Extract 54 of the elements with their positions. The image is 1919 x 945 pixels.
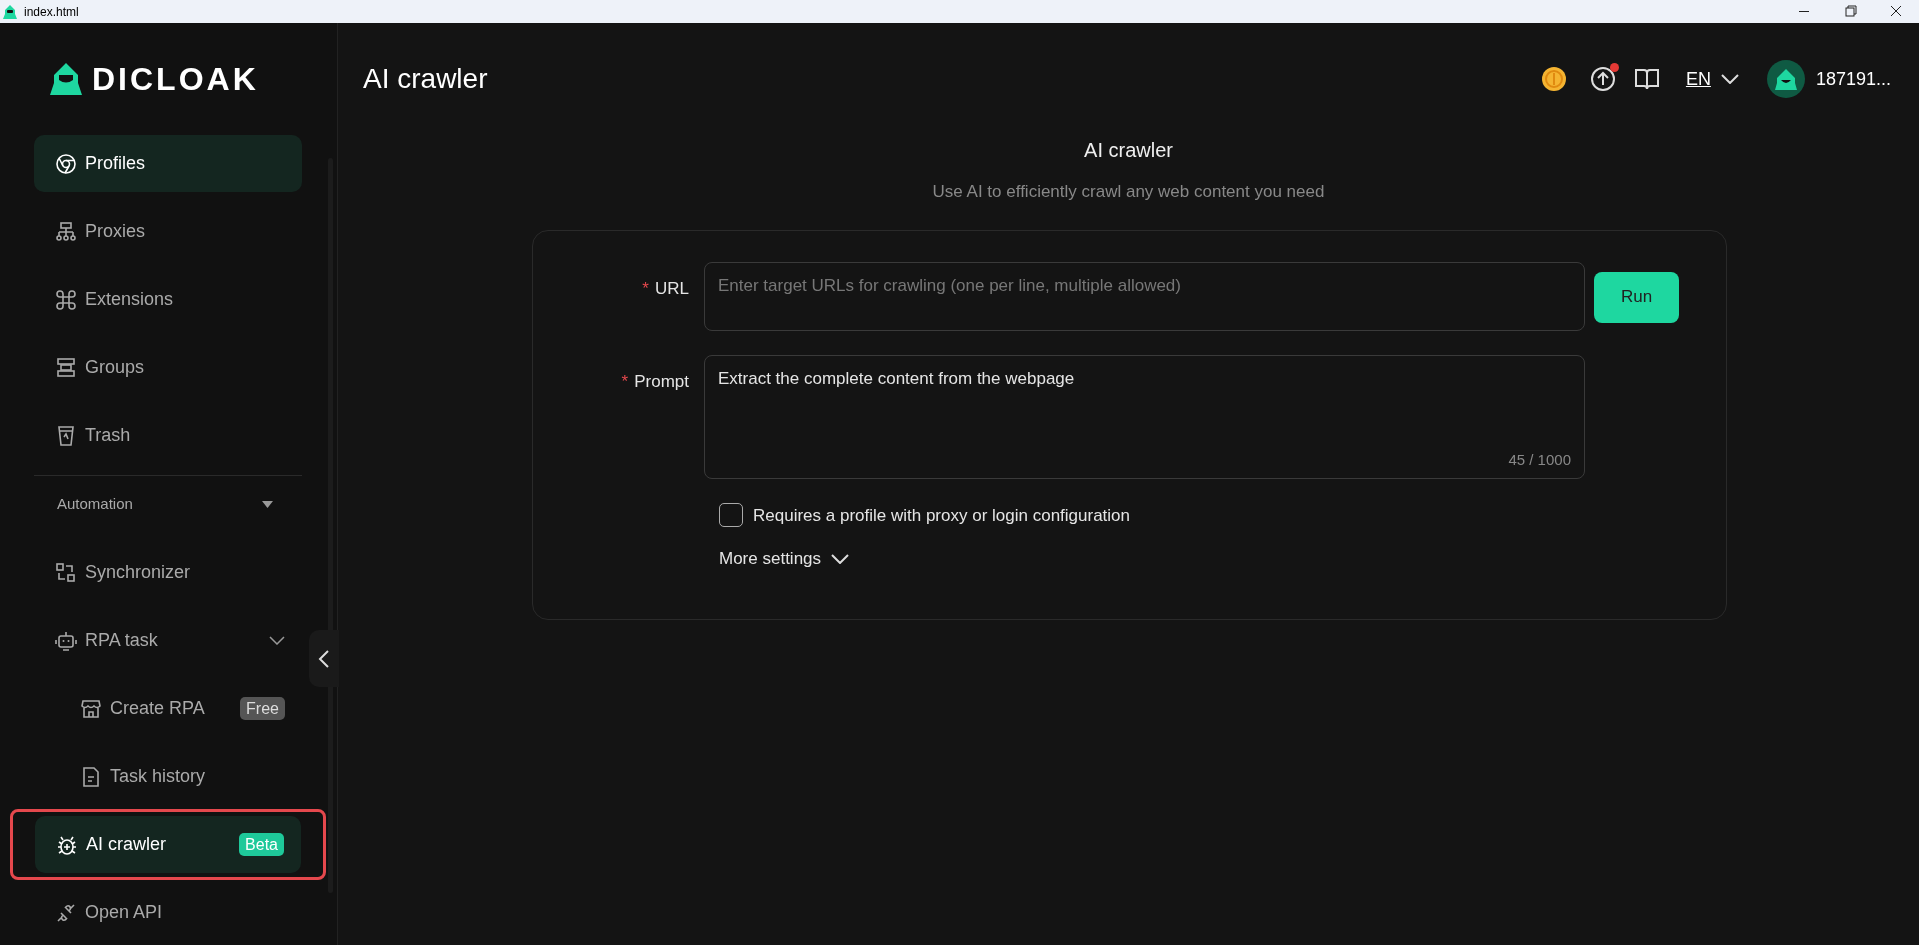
language-selector[interactable]: EN [1685, 65, 1739, 93]
layers-icon [55, 356, 77, 379]
sidebar-item[interactable]: Synchronizer [34, 544, 302, 601]
plug-icon [55, 901, 77, 924]
network-icon [55, 220, 77, 243]
avatar-icon[interactable] [1766, 60, 1805, 98]
required-mark: * [642, 277, 649, 300]
checkbox[interactable] [719, 503, 743, 528]
logo-icon [50, 62, 82, 96]
prompt-label: Prompt [634, 370, 689, 393]
page-title: AI crawler [363, 62, 488, 96]
logo-text: DICLOAK [92, 60, 259, 99]
sidebar-badge: Free [240, 697, 285, 720]
required-mark: * [621, 370, 629, 393]
section-subtitle: Use AI to efficiently crawl any web content you need [932, 181, 1325, 203]
run-button[interactable]: Run [1594, 271, 1679, 323]
chevron-down-icon [831, 553, 850, 564]
trash-icon [55, 424, 77, 447]
character-counter: 45 / 1000 [1508, 450, 1571, 470]
upload-icon[interactable] [1589, 66, 1616, 92]
book-icon[interactable] [1633, 67, 1660, 91]
sidebar-item[interactable]: Create RPA Free [34, 680, 302, 737]
sidebar-item[interactable]: Profiles [34, 135, 302, 192]
section-title: AI crawler [1084, 138, 1173, 163]
sync-icon [55, 561, 77, 584]
sidebar-item[interactable]: Proxies [34, 203, 302, 260]
sidebar-item[interactable]: RPA task [34, 612, 302, 669]
chrome-icon [55, 152, 77, 175]
scrollbar[interactable] [328, 158, 333, 893]
robot-icon [55, 629, 77, 652]
url-field[interactable]: Enter target URLs for crawling (one per line, multiple allowed) [704, 261, 1585, 331]
chevron-down-icon [1720, 74, 1739, 84]
sidebar-item[interactable]: Groups [34, 339, 302, 396]
sidebar-item[interactable]: Task history [34, 748, 302, 805]
command-icon [55, 288, 77, 311]
username[interactable]: 187191... [1815, 65, 1891, 93]
window-title: index.html [24, 3, 79, 21]
document-icon [80, 765, 102, 788]
triangle-icon [262, 501, 273, 508]
collapse-button[interactable] [309, 630, 339, 687]
checkbox-label[interactable]: Requires a profile with proxy or login configuration [753, 502, 1131, 528]
prompt-text: Extract the complete content from the webpage [718, 367, 1076, 390]
sidebar-item[interactable]: Open API [34, 884, 302, 941]
prompt-field[interactable]: Extract the complete content from the webpage 45 / 1000 [704, 354, 1585, 479]
chevron-left-icon [318, 648, 330, 669]
section-header[interactable]: Automation [34, 476, 302, 533]
more-settings-button[interactable]: More settings [719, 546, 850, 572]
sidebar-item[interactable]: Trash [34, 407, 302, 464]
sidebar-item[interactable]: AI crawler Beta [35, 816, 301, 873]
app-icon [2, 3, 18, 20]
url-label: URL [655, 277, 689, 300]
store-icon [80, 697, 102, 720]
sidebar-item[interactable]: Extensions [34, 271, 302, 328]
sidebar-badge: Beta [239, 833, 284, 856]
